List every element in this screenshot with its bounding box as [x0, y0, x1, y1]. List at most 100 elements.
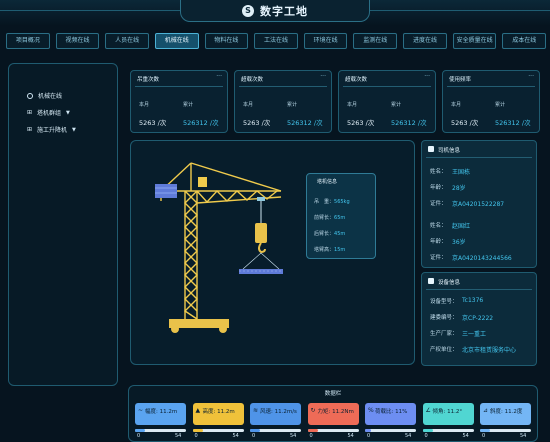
divider — [426, 157, 532, 158]
stat-total-value: 526312 /次 — [391, 119, 427, 127]
stat-total-label: 累计 — [287, 102, 298, 108]
device-row-label: 建委编号： — [430, 315, 458, 321]
stat-month-label: 本月 — [451, 102, 462, 108]
sensor-label: 斜度: 11.2度 — [490, 409, 523, 415]
divider — [447, 86, 535, 87]
sensor-icon: ↻ — [310, 407, 316, 414]
sensor-icon: ∠ — [425, 407, 431, 414]
sensor-label: 幅度: 11.2m — [145, 409, 178, 415]
sensor-label: 风速: 11.2m/s — [260, 409, 297, 415]
nav-tab[interactable]: 项目概况 — [6, 33, 50, 49]
driver-id-label: 证件： — [430, 201, 447, 207]
sensor-max: 54 — [520, 433, 527, 439]
sensor-card[interactable]: ~ 幅度: 11.2m — [135, 403, 186, 425]
stat-title: 超载次数 — [241, 77, 264, 83]
more-icon[interactable]: ··· — [424, 73, 430, 80]
nav-tab[interactable]: 物料在线 — [204, 33, 249, 49]
crane-info-value: 15m — [334, 247, 346, 253]
caret-down-icon: ▼ — [72, 126, 76, 133]
more-icon[interactable]: ··· — [528, 73, 534, 80]
crane-info-value: 45m — [334, 231, 346, 237]
stat-month-value: 5263 /次 — [347, 119, 375, 127]
stat-month-label: 本月 — [139, 102, 150, 108]
device-row-label: 生产厂家： — [430, 331, 458, 337]
device-row-label: 产权单位： — [430, 347, 458, 353]
sensor-icon: ⊿ — [483, 407, 489, 414]
sensor-card[interactable]: ⊿ 斜度: 11.2度 — [480, 403, 531, 425]
header-divider-right — [370, 10, 550, 11]
nav-tab[interactable]: 监测在线 — [353, 33, 398, 49]
nav-tab[interactable]: 工法在线 — [254, 33, 298, 49]
driver-info-panel: 司机信息 姓名： 王国栋 年龄： 28岁 证件： 京A04201522287 姓名： 赵国红年… — [421, 140, 537, 268]
driver-name-label: 姓名： — [430, 169, 447, 175]
stat-total-value: 526312 /次 — [183, 119, 219, 127]
divider — [239, 86, 327, 87]
sensor-progress-bar — [365, 429, 416, 432]
driver-name-value: 赵国红 — [452, 223, 471, 230]
more-icon[interactable]: ··· — [216, 73, 222, 80]
person-icon — [428, 146, 434, 152]
sensor-min: 0 — [194, 433, 198, 439]
nav-tab[interactable]: 进度在线 — [403, 33, 447, 49]
sensor-progress-fill — [480, 429, 491, 432]
elevator-icon: ⊞ — [27, 126, 33, 133]
crane-info-row: 后臂长：45m — [314, 230, 345, 237]
device-row-value: 北京市租赁服务中心 — [462, 347, 517, 354]
sensor-card[interactable]: % 荷载比: 11% — [365, 403, 416, 425]
sidebar-item-label: 施工升降机 — [37, 127, 68, 134]
crane-info-value: 65m — [334, 215, 346, 221]
sidebar-item-construction-elevator[interactable]: ⊞ 施工升降机 ▼ — [27, 125, 76, 134]
sensor-label: 高度: 11.2m — [202, 409, 235, 415]
crane-info-card: 塔机信息 吊 重：565kg 前臂长：65m 后臂长：45m 塔臂高：15m — [306, 173, 376, 259]
divider — [426, 289, 532, 290]
sidebar-item-tower-crane-group[interactable]: ⊞ 塔机群组 ▼ — [27, 108, 70, 117]
sidebar-item-machinery-online[interactable]: 机械在线 — [27, 91, 62, 100]
sensor-card[interactable]: ▲ 高度: 11.2m — [192, 403, 244, 425]
more-icon[interactable]: ··· — [320, 73, 326, 80]
nav-tab[interactable]: 人员在线 — [105, 33, 149, 49]
sany-logo-icon: S — [242, 4, 254, 17]
sensor-max: 54 — [175, 433, 182, 439]
sensor-card[interactable]: ≋ 风速: 11.2m/s — [250, 403, 301, 425]
nav-tab[interactable]: 成本在线 — [502, 33, 547, 49]
stat-month-value: 5263 /次 — [451, 119, 479, 127]
device-info-panel: 设备信息 设备型号： Tc1376 建委编号： 京CP-2222 生产厂家： 三一重工 产权… — [421, 272, 537, 366]
sensor-progress-bar — [192, 429, 244, 432]
crane-info-title: 塔机信息 — [317, 179, 338, 185]
stat-title: 超载次数 — [345, 77, 368, 83]
sidebar-item-label: 机械在线 — [38, 93, 63, 100]
nav-tab[interactable]: 机械在线 — [154, 33, 199, 49]
driver-id-label: 证件： — [430, 255, 447, 261]
sensor-label: 倾角: 11.2° — [432, 409, 463, 415]
stat-month-value: 5263 /次 — [139, 119, 167, 127]
sensor-min: 0 — [482, 433, 486, 439]
crane-info-row: 塔臂高：15m — [314, 246, 345, 253]
sensor-card[interactable]: ∠ 倾角: 11.2° — [422, 403, 474, 425]
nav-tab[interactable]: 安全质量在线 — [452, 33, 497, 49]
stat-total-label: 累计 — [495, 102, 506, 108]
crane-info-label: 塔臂高： — [314, 247, 335, 253]
crane-info-row: 前臂长：65m — [314, 214, 345, 221]
sensor-min: 0 — [367, 433, 371, 439]
stat-card: 吊重次数 ··· 本月 累计 5263 /次 526312 /次 — [130, 70, 228, 133]
crane-info-label: 前臂长： — [314, 215, 335, 221]
driver-name-value: 王国栋 — [452, 169, 471, 176]
crane-info-value: 565kg — [334, 199, 350, 205]
stat-total-label: 累计 — [391, 102, 402, 108]
sidebar-item-label: 塔机群组 — [37, 110, 62, 117]
nav-tab[interactable]: 视频在线 — [55, 33, 100, 49]
sensor-progress-bar — [250, 429, 301, 432]
device-row-label: 设备型号： — [430, 299, 458, 305]
sensor-icon: % — [368, 407, 374, 414]
sensor-progress-bar — [422, 429, 474, 432]
sensor-max: 54 — [232, 433, 239, 439]
sensor-max: 54 — [462, 433, 469, 439]
sensor-min: 0 — [252, 433, 256, 439]
stat-month-label: 本月 — [243, 102, 254, 108]
sensor-card[interactable]: ↻ 力矩: 11.2Nm — [307, 403, 359, 425]
sensor-min: 0 — [309, 433, 313, 439]
sensor-label: 力矩: 11.2Nm — [317, 409, 354, 415]
nav-tab[interactable]: 环境在线 — [303, 33, 348, 49]
top-nav: 项目概况 视频在线 人员在线 机械在线 物料在线 工法在线 环境在线 监测在线 进度在线 安全质量… — [6, 33, 547, 49]
device-row-value: 三一重工 — [462, 331, 487, 338]
